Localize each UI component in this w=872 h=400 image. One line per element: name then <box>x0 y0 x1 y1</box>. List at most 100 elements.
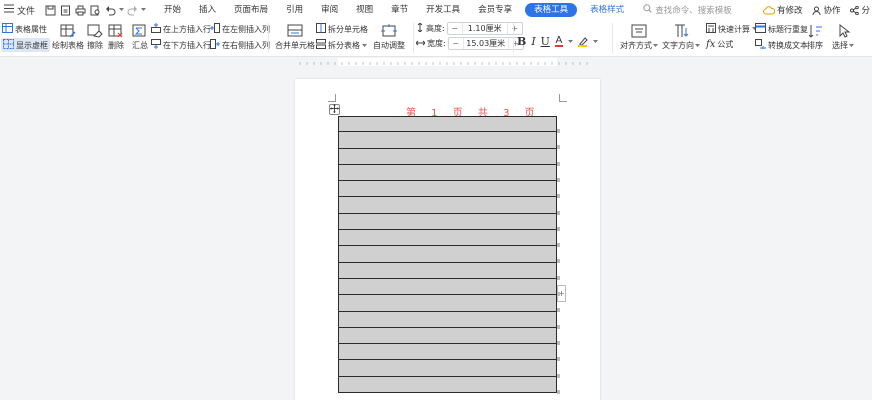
row-resize-marker[interactable] <box>557 373 560 378</box>
table-move-handle[interactable] <box>329 104 340 115</box>
tab-home[interactable]: 开始 <box>155 0 190 20</box>
table-row[interactable] <box>339 360 556 377</box>
alignment-button[interactable]: 对齐方式 <box>620 23 658 51</box>
row-resize-marker[interactable] <box>557 243 560 248</box>
draw-table-button[interactable]: 绘制表格 <box>52 23 84 51</box>
table-row[interactable] <box>339 262 556 279</box>
formula-button[interactable]: fx 公式 <box>706 39 733 50</box>
underline-icon[interactable]: U <box>541 35 550 48</box>
row-resize-marker[interactable] <box>557 145 560 150</box>
save-icon[interactable] <box>43 3 57 17</box>
row-resize-marker[interactable] <box>557 194 560 199</box>
tab-review[interactable]: 审阅 <box>312 0 347 20</box>
table-row[interactable] <box>339 181 556 198</box>
row-resize-marker[interactable] <box>557 210 560 215</box>
erase-button[interactable]: 擦除 <box>86 23 104 51</box>
tab-insert[interactable]: 插入 <box>190 0 225 20</box>
tab-table-style[interactable]: 表格样式 <box>581 0 633 20</box>
font-color-icon[interactable]: A <box>554 36 563 47</box>
column-width-field[interactable]: 宽度: − 15.03厘米 + <box>415 37 524 50</box>
quick-calc-button[interactable]: 快速计算 <box>706 23 757 35</box>
row-height-field[interactable]: 高度: − 1.10厘米 + <box>416 22 523 35</box>
redo-icon[interactable] <box>125 3 139 17</box>
row-resize-marker[interactable] <box>557 324 560 329</box>
tab-section[interactable]: 章节 <box>382 0 417 20</box>
table-row[interactable] <box>339 295 556 312</box>
show-gridlines-button[interactable]: 显示虚框 <box>1 38 50 52</box>
tab-page-layout[interactable]: 页面布局 <box>225 0 277 20</box>
highlight-icon[interactable] <box>578 36 588 47</box>
tab-references[interactable]: 引用 <box>277 0 312 20</box>
more-quick-access-icon[interactable] <box>140 3 146 17</box>
insert-row-below-button[interactable]: 在下方插入行 <box>151 39 211 51</box>
undo-dropdown-icon[interactable] <box>118 3 124 17</box>
italic-icon[interactable]: I <box>531 35 535 48</box>
table-row[interactable] <box>339 344 556 361</box>
hamburger-icon <box>4 4 14 16</box>
split-cells-button[interactable]: 拆分单元格 <box>316 23 368 35</box>
table-row[interactable] <box>339 327 556 345</box>
convert-to-text-label: 转换成文本 <box>768 40 808 50</box>
text-direction-button[interactable]: 文字方向 <box>662 23 700 51</box>
select-button[interactable]: 选择 <box>832 23 854 51</box>
export-pdf-icon[interactable] <box>58 3 72 17</box>
insert-column-right-button[interactable]: 在右侧插入列 <box>210 39 270 51</box>
row-resize-marker[interactable] <box>557 259 560 264</box>
row-resize-marker[interactable] <box>557 340 560 345</box>
repeat-header-button[interactable]: 标题行重复 <box>755 23 808 35</box>
delete-button[interactable]: 删除 <box>107 23 125 51</box>
table-row[interactable] <box>339 230 556 247</box>
row-height-value[interactable]: 1.10厘米 <box>461 23 508 34</box>
tab-table-tools[interactable]: 表格工具 <box>525 3 578 17</box>
row-resize-marker[interactable] <box>557 389 560 394</box>
print-icon[interactable] <box>73 3 87 17</box>
insert-column-left-button[interactable]: 在左侧插入列 <box>210 23 270 35</box>
sort-button[interactable]: 排序 <box>806 23 824 51</box>
convert-to-text-button[interactable]: 转换成文本 <box>755 39 808 51</box>
row-resize-marker[interactable] <box>557 226 560 231</box>
column-width-value[interactable]: 15.03厘米 <box>462 38 509 49</box>
table-row[interactable] <box>339 278 556 296</box>
row-resize-marker[interactable] <box>557 292 560 296</box>
table-row[interactable] <box>339 148 556 165</box>
row-height-increment[interactable]: + <box>508 24 522 33</box>
font-color-dropdown-icon[interactable] <box>567 37 573 46</box>
row-resize-marker[interactable] <box>557 161 560 166</box>
command-search[interactable]: 查找命令、搜索模板 <box>643 4 732 16</box>
print-preview-icon[interactable] <box>88 3 102 17</box>
collab-button[interactable]: 协作 <box>812 4 840 16</box>
tab-developer[interactable]: 开发工具 <box>417 0 469 20</box>
row-resize-marker[interactable] <box>557 357 560 362</box>
row-resize-marker[interactable] <box>557 275 560 280</box>
autofit-button[interactable]: 自动调整 <box>373 23 405 51</box>
tab-member[interactable]: 会员专享 <box>469 0 521 20</box>
file-menu[interactable]: 文件 <box>4 4 35 17</box>
merge-cells-button[interactable]: 合并单元格 <box>275 23 315 51</box>
insert-row-above-button[interactable]: 在上方插入行 <box>151 23 211 35</box>
split-table-button[interactable]: 拆分表格 <box>316 39 367 51</box>
row-resize-marker[interactable] <box>557 129 560 133</box>
highlight-dropdown-icon[interactable] <box>592 37 598 46</box>
summary-button[interactable]: 汇总 <box>131 23 149 51</box>
horizontal-ruler[interactable] <box>0 57 872 67</box>
column-width-decrement[interactable]: − <box>449 39 463 48</box>
table-row[interactable] <box>339 213 556 231</box>
table-row[interactable] <box>339 376 556 394</box>
quick-calc-label: 快速计算 <box>718 24 750 34</box>
row-resize-marker[interactable] <box>557 177 560 182</box>
table-row[interactable] <box>339 311 556 328</box>
bold-icon[interactable]: B <box>517 35 526 48</box>
table-row[interactable] <box>339 246 556 263</box>
tab-view[interactable]: 视图 <box>347 0 382 20</box>
table-row[interactable] <box>339 116 556 133</box>
row-height-decrement[interactable]: − <box>448 24 462 33</box>
modified-status[interactable]: 有修改 <box>762 4 802 16</box>
share-button[interactable]: 分 <box>850 4 870 16</box>
table-properties-button[interactable]: 表格属性 <box>2 23 47 35</box>
undo-icon[interactable] <box>103 3 117 17</box>
table-row[interactable] <box>339 164 556 182</box>
table-row[interactable] <box>339 132 556 149</box>
table-row[interactable] <box>339 197 556 214</box>
document-table[interactable] <box>338 116 557 394</box>
row-resize-marker[interactable] <box>557 308 560 313</box>
